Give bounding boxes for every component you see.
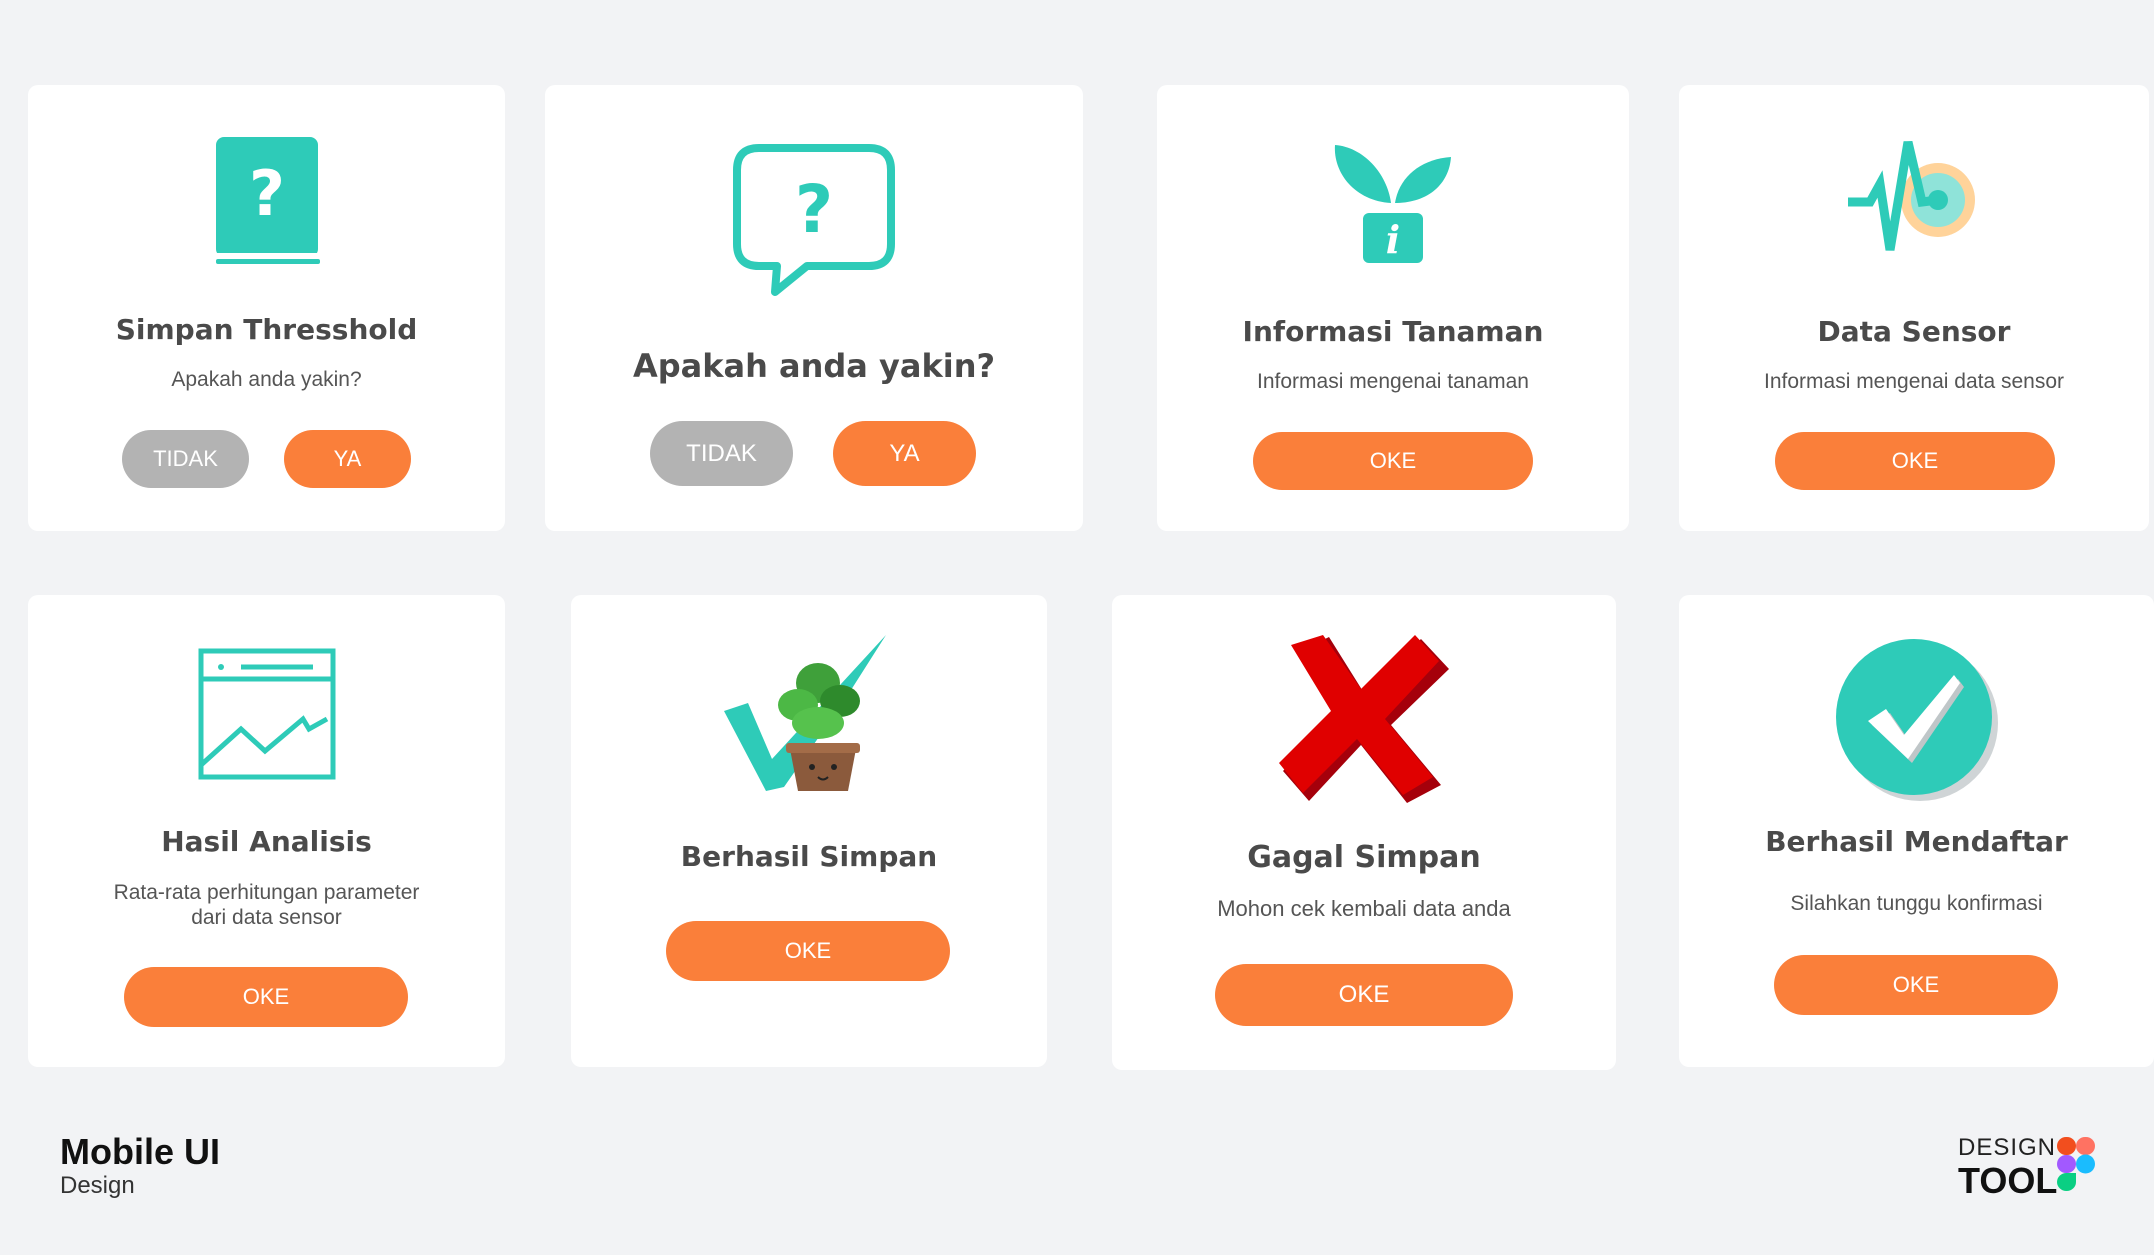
card-apakah-anda-yakin: ? Apakah anda yakin? TIDAK YA <box>545 85 1083 531</box>
card-data-sensor: Data Sensor Informasi mengenai data sens… <box>1679 85 2149 531</box>
footer-subtitle: Design <box>60 1172 135 1199</box>
card-subtitle: Informasi mengenai data sensor <box>1764 370 2064 393</box>
brand-top-text: DESIGN <box>1958 1134 2057 1161</box>
analytics-chart-icon <box>197 647 337 781</box>
card-title: Data Sensor <box>1817 315 2011 348</box>
svg-text:i: i <box>1386 217 1400 262</box>
card-subtitle: Silahkan tunggu konfirmasi <box>1790 892 2043 915</box>
red-x-icon <box>1279 635 1449 805</box>
card-title: Hasil Analisis <box>161 825 372 858</box>
tidak-button[interactable]: TIDAK <box>650 421 793 486</box>
oke-button[interactable]: OKE <box>1253 432 1533 490</box>
plant-check-icon <box>714 631 904 801</box>
subtitle-line: dari data sensor <box>191 906 342 929</box>
tidak-button[interactable]: TIDAK <box>122 430 249 488</box>
card-title: Berhasil Simpan <box>680 840 938 873</box>
oke-button[interactable]: OKE <box>124 967 408 1027</box>
figma-logo-icon <box>2056 1136 2096 1192</box>
oke-button[interactable]: OKE <box>666 921 950 981</box>
card-informasi-tanaman: i Informasi Tanaman Informasi mengenai t… <box>1157 85 1629 531</box>
oke-button[interactable]: OKE <box>1215 964 1513 1026</box>
card-berhasil-mendaftar: Berhasil Mendaftar Silahkan tunggu konfi… <box>1679 595 2154 1067</box>
svg-text:?: ? <box>795 171 833 248</box>
footer-title: Mobile UI <box>60 1131 220 1172</box>
question-chat-icon: ? <box>729 142 899 302</box>
svg-text:?: ? <box>249 157 285 230</box>
card-simpan-thresshold: ? Simpan Thresshold Apakah anda yakin? T… <box>28 85 505 531</box>
card-title: Informasi Tanaman <box>1242 315 1544 348</box>
card-gagal-simpan: Gagal Simpan Mohon cek kembali data anda… <box>1112 595 1616 1070</box>
card-title: Berhasil Mendaftar <box>1765 825 2068 858</box>
card-title: Simpan Thresshold <box>115 313 418 346</box>
oke-button[interactable]: OKE <box>1774 955 2058 1015</box>
card-subtitle: Informasi mengenai tanaman <box>1257 370 1529 393</box>
ya-button[interactable]: YA <box>284 430 411 488</box>
ya-button[interactable]: YA <box>833 421 976 486</box>
card-hasil-analisis: Hasil Analisis Rata-rata perhitungan par… <box>28 595 505 1067</box>
card-subtitle: Apakah anda yakin? <box>171 368 362 391</box>
brand-bottom-text: TOOL <box>1958 1160 2058 1201</box>
question-book-icon: ? <box>212 137 322 267</box>
card-title: Gagal Simpan <box>1247 840 1481 875</box>
oke-button[interactable]: OKE <box>1775 432 2055 490</box>
sensor-pulse-icon <box>1846 140 1982 260</box>
card-berhasil-simpan: Berhasil Simpan OKE <box>571 595 1047 1067</box>
card-subtitle: Rata-rata perhitungan parameter dari dat… <box>28 880 505 930</box>
subtitle-line: Rata-rata perhitungan parameter <box>113 881 420 904</box>
card-title: Apakah anda yakin? <box>632 347 996 385</box>
teal-check-circle-icon <box>1832 635 2002 805</box>
card-subtitle: Mohon cek kembali data anda <box>1217 896 1511 921</box>
plant-info-icon: i <box>1333 143 1453 265</box>
